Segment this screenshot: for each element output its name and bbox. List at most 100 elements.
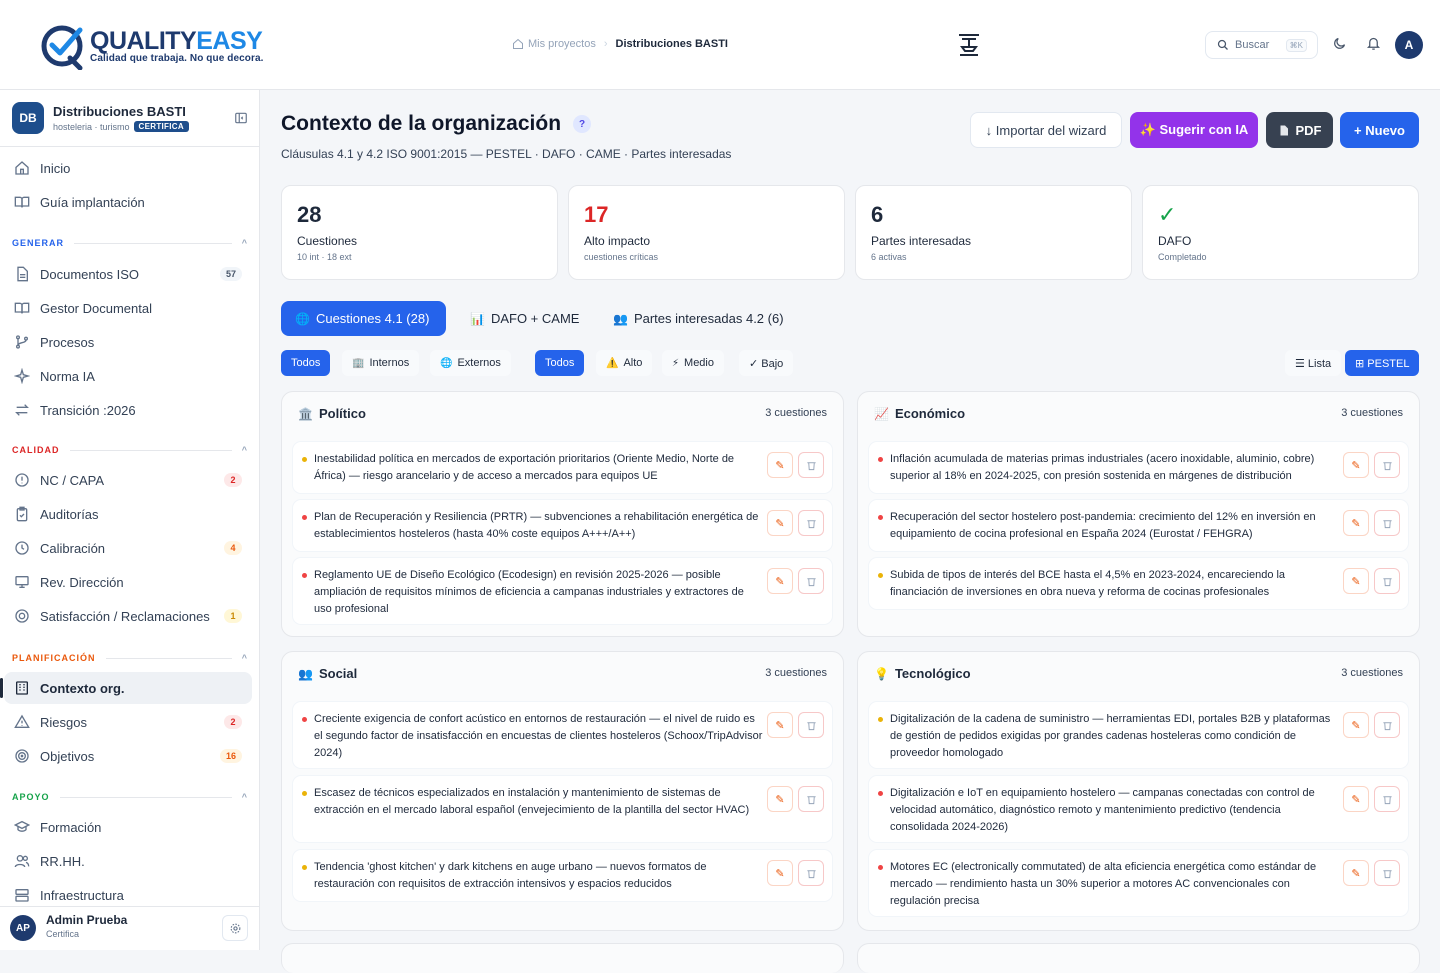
dark-mode-icon[interactable] xyxy=(1332,36,1347,51)
user-avatar[interactable]: AP xyxy=(10,915,36,941)
sidebar-item-auditorias[interactable]: Auditorías xyxy=(4,498,252,530)
delete-button[interactable] xyxy=(798,568,824,594)
sidebar-item-procesos[interactable]: Procesos xyxy=(4,326,252,358)
sidebar-item-label: Infraestructura xyxy=(40,887,124,903)
filter-scope-internos[interactable]: 🏢 Internos xyxy=(342,350,420,376)
trash-icon xyxy=(1382,461,1392,470)
filter-impact-todos[interactable]: Todos xyxy=(535,350,585,376)
search-box[interactable]: Buscar ⌘K xyxy=(1205,31,1318,59)
sidebar-item-documentos-iso[interactable]: Documentos ISO 57 xyxy=(4,258,252,290)
sidebar-item-rev-direccion[interactable]: Rev. Dirección xyxy=(4,566,252,598)
view-pestel-button[interactable]: ⊞ PESTEL xyxy=(1345,350,1420,376)
help-icon[interactable]: ? xyxy=(573,115,592,133)
sidebar-item-guia[interactable]: Guía implantación xyxy=(4,186,252,218)
delete-button[interactable] xyxy=(1374,712,1400,738)
sidebar-item-calibracion[interactable]: Calibración 4 xyxy=(4,532,252,564)
suggest-ai-button[interactable]: ✨ Sugerir con IA xyxy=(1130,112,1258,148)
delete-button[interactable] xyxy=(1374,786,1400,812)
list-item[interactable]: Plan de Recuperación y Resiliencia (PRTR… xyxy=(293,500,832,551)
list-item[interactable]: Digitalización e IoT en equipamiento hos… xyxy=(869,776,1408,842)
sidebar-item-riesgos[interactable]: Riesgos 2 xyxy=(4,706,252,738)
delete-button[interactable] xyxy=(1374,568,1400,594)
view-list-button[interactable]: ☰ Lista xyxy=(1285,350,1342,376)
new-button[interactable]: + Nuevo xyxy=(1340,112,1419,148)
org-switcher[interactable]: DB Distribuciones BASTI hosteleria · tur… xyxy=(12,102,189,134)
sidebar-item-transicion[interactable]: Transición :2026 xyxy=(4,394,252,426)
edit-button[interactable]: ✎ xyxy=(767,452,793,478)
stat-label: Alto impacto xyxy=(584,234,651,248)
breadcrumb-root[interactable]: Mis proyectos xyxy=(528,38,596,50)
filter-impact-bajo[interactable]: ✓ Bajo xyxy=(739,350,794,376)
sidebar-collapse-icon[interactable] xyxy=(234,111,248,125)
sidebar-item-formacion[interactable]: Formación xyxy=(4,811,252,843)
filter-impact-medio[interactable]: ⚡ Medio xyxy=(662,350,724,376)
list-item[interactable]: Recuperación del sector hostelero post-p… xyxy=(869,500,1408,551)
delete-button[interactable] xyxy=(798,510,824,536)
delete-button[interactable] xyxy=(798,452,824,478)
edit-button[interactable]: ✎ xyxy=(1343,786,1369,812)
sidebar: DB Distribuciones BASTI hosteleria · tur… xyxy=(0,90,260,950)
sidebar-item-nc-capa[interactable]: NC / CAPA 2 xyxy=(4,464,252,496)
sidebar-item-satisfaccion[interactable]: Satisfacción / Reclamaciones 1 xyxy=(4,600,252,632)
import-wizard-button[interactable]: ↓ Importar del wizard xyxy=(970,112,1122,148)
pencil-icon: ✎ xyxy=(1351,517,1361,530)
tab-partes-interesadas[interactable]: 👥 Partes interesadas 4.2 (6) xyxy=(599,301,798,336)
delete-button[interactable] xyxy=(798,860,824,886)
edit-button[interactable]: ✎ xyxy=(1343,510,1369,536)
edit-button[interactable]: ✎ xyxy=(767,786,793,812)
sidebar-item-gestor-documental[interactable]: Gestor Documental xyxy=(4,292,252,324)
list-item[interactable]: Tendencia 'ghost kitchen' y dark kitchen… xyxy=(293,850,832,901)
brand-logo[interactable]: QUALITYEASY Calidad que trabaja. No que … xyxy=(40,24,264,70)
filter-scope-todos[interactable]: Todos xyxy=(281,350,331,376)
list-item[interactable]: Escasez de técnicos especializados en in… xyxy=(293,776,832,842)
impact-alto-dot xyxy=(878,791,883,796)
pencil-icon: ✎ xyxy=(1351,793,1361,806)
filter-impact-alto[interactable]: ⚠️ Alto xyxy=(596,350,653,376)
edit-button[interactable]: ✎ xyxy=(767,568,793,594)
user-avatar[interactable]: A xyxy=(1395,31,1423,59)
pestel-card-economico: 📈 Económico 3 cuestiones Inflación acumul… xyxy=(857,391,1420,637)
pencil-icon: ✎ xyxy=(1351,719,1361,732)
edit-button[interactable]: ✎ xyxy=(767,712,793,738)
sidebar-item-contexto-org[interactable]: Contexto org. xyxy=(0,672,252,704)
sidebar-item-rrhh[interactable]: RR.HH. xyxy=(4,845,252,877)
section-apoyo[interactable]: APOYO ^ xyxy=(12,792,248,802)
trash-icon xyxy=(806,869,816,878)
sidebar-item-inicio[interactable]: Inicio xyxy=(4,152,252,184)
edit-button[interactable]: ✎ xyxy=(767,510,793,536)
edit-button[interactable]: ✎ xyxy=(1343,712,1369,738)
item-text: Plan de Recuperación y Resiliencia (PRTR… xyxy=(314,511,759,540)
section-calidad[interactable]: CALIDAD ^ xyxy=(12,445,248,455)
tab-dafo-came[interactable]: 📊 DAFO + CAME xyxy=(456,301,593,336)
edit-button[interactable]: ✎ xyxy=(1343,860,1369,886)
list-item[interactable]: Reglamento UE de Diseño Ecológico (Ecode… xyxy=(293,558,832,624)
filter-scope-externos[interactable]: 🌐 Externos xyxy=(430,350,511,376)
tab-label: Cuestiones 4.1 (28) xyxy=(315,311,430,326)
delete-button[interactable] xyxy=(1374,860,1400,886)
sidebar-item-norma-ia[interactable]: Norma IA xyxy=(4,360,252,392)
delete-button[interactable] xyxy=(798,712,824,738)
list-item[interactable]: Inestabilidad política en mercados de ex… xyxy=(293,442,832,493)
section-generar[interactable]: GENERAR ^ xyxy=(12,238,248,248)
tab-cuestiones[interactable]: 🌐 Cuestiones 4.1 (28) xyxy=(281,301,446,336)
list-item[interactable]: Creciente exigencia de confort acústico … xyxy=(293,702,832,768)
list-item[interactable]: Subida de tipos de interés del BCE hasta… xyxy=(869,558,1408,609)
item-text: Inflación acumulada de materias primas i… xyxy=(890,453,1315,482)
section-planificacion[interactable]: PLANIFICACIÓN ^ xyxy=(12,653,248,663)
delete-button[interactable] xyxy=(1374,510,1400,536)
edit-button[interactable]: ✎ xyxy=(767,860,793,886)
bell-icon[interactable] xyxy=(1366,36,1381,51)
delete-button[interactable] xyxy=(798,786,824,812)
list-item[interactable]: Digitalización de la cadena de suministr… xyxy=(869,702,1408,768)
edit-button[interactable]: ✎ xyxy=(1343,452,1369,478)
impact-medio-dot xyxy=(302,865,307,870)
pdf-button[interactable]: PDF xyxy=(1266,112,1333,148)
edit-button[interactable]: ✎ xyxy=(1343,568,1369,594)
settings-button[interactable] xyxy=(222,915,248,941)
list-item[interactable]: Motores EC (electronically commutated) d… xyxy=(869,850,1408,916)
delete-button[interactable] xyxy=(1374,452,1400,478)
stat-label: Cuestiones xyxy=(297,234,358,248)
pestel-card-politico: 🏛️ Político 3 cuestiones Inestabilidad po… xyxy=(281,391,844,637)
sidebar-item-objetivos[interactable]: Objetivos 16 xyxy=(4,740,252,772)
list-item[interactable]: Inflación acumulada de materias primas i… xyxy=(869,442,1408,493)
